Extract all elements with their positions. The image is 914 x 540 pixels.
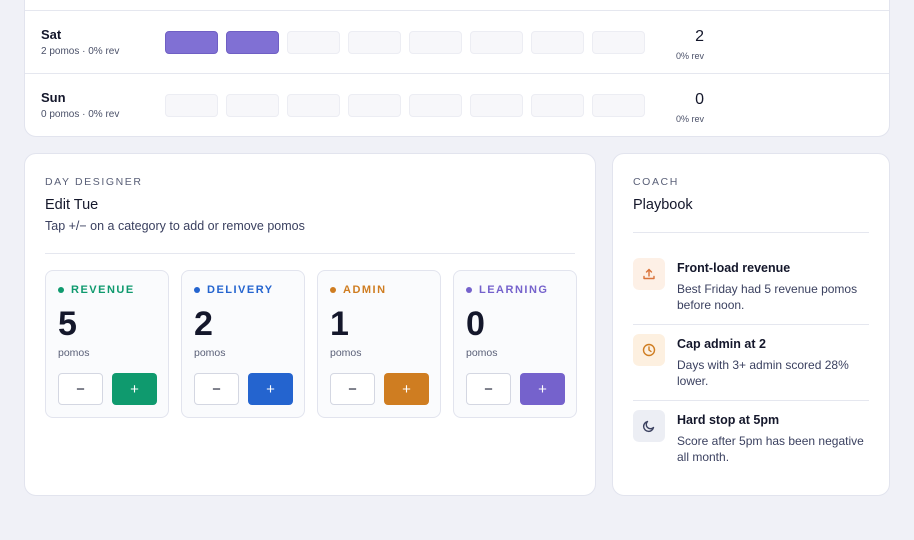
category-card-delivery: DELIVERY 2 pomos − + [181, 270, 305, 418]
remove-revenue-button[interactable]: − [58, 373, 103, 405]
category-card-revenue: REVENUE 5 pomos − + [45, 270, 169, 418]
category-dot [194, 287, 200, 293]
day-row-sun[interactable]: Sun 0 pomos · 0% rev 0 0% rev [25, 74, 889, 136]
section-eyebrow: COACH [633, 176, 679, 188]
pomo-slot-filled[interactable] [226, 31, 279, 54]
pomo-slot-empty[interactable] [165, 94, 218, 117]
category-unit: pomos [58, 347, 90, 359]
divider [45, 253, 575, 254]
tip-item[interactable]: Hard stop at 5pm Score after 5pm has bee… [633, 401, 869, 477]
upload-icon [633, 258, 665, 290]
day-designer-card: DAY DESIGNER Edit Tue Tap +/− on a categ… [24, 153, 596, 496]
tip-title: Hard stop at 5pm [677, 413, 780, 427]
card-title: Playbook [633, 197, 693, 213]
tip-list: Front-load revenue Best Friday had 5 rev… [633, 249, 869, 477]
day-revenue-share: 0% rev [675, 114, 704, 124]
tip-item[interactable]: Cap admin at 2 Days with 3+ admin scored… [633, 325, 869, 401]
tip-item[interactable]: Front-load revenue Best Friday had 5 rev… [633, 249, 869, 325]
clock-icon [633, 334, 665, 366]
day-summary: 2 pomos · 0% rev [41, 46, 120, 57]
pomo-slot-empty[interactable] [470, 31, 523, 54]
category-dot [330, 287, 336, 293]
divider [633, 232, 869, 233]
day-row-sat[interactable]: Sat 2 pomos · 0% rev 2 0% rev [25, 10, 889, 74]
card-subtitle: Tap +/− on a category to add or remove p… [45, 219, 305, 233]
add-admin-button[interactable]: + [384, 373, 429, 405]
week-card: Sat 2 pomos · 0% rev 2 0% rev Sun 0 pomo… [24, 0, 890, 137]
tip-title: Front-load revenue [677, 261, 791, 275]
day-pomo-count: 2 [695, 28, 704, 45]
pomo-slot-empty[interactable] [409, 31, 462, 54]
category-count: 0 [466, 305, 485, 343]
tip-body: Score after 5pm has been negative all mo… [677, 434, 864, 464]
remove-admin-button[interactable]: − [330, 373, 375, 405]
category-label: LEARNING [479, 284, 549, 296]
category-list: REVENUE 5 pomos − + DELIVERY 2 pomos − +… [45, 270, 577, 418]
pomo-slot-empty[interactable] [348, 31, 401, 54]
category-count: 1 [330, 305, 349, 343]
pomo-slot-empty[interactable] [409, 94, 462, 117]
category-dot [466, 287, 472, 293]
pomo-slot-empty[interactable] [470, 94, 523, 117]
category-card-learning: LEARNING 0 pomos − + [453, 270, 577, 418]
pomo-slot-empty[interactable] [592, 31, 645, 54]
pomo-slot-empty[interactable] [592, 94, 645, 117]
category-card-admin: ADMIN 1 pomos − + [317, 270, 441, 418]
category-unit: pomos [330, 347, 362, 359]
category-dot [58, 287, 64, 293]
coach-card: COACH Playbook Front-load revenue Best F… [612, 153, 890, 496]
category-count: 5 [58, 305, 77, 343]
pomo-slot-filled[interactable] [165, 31, 218, 54]
card-title: Edit Tue [45, 197, 99, 213]
pomo-slot-empty[interactable] [287, 94, 340, 117]
moon-icon [633, 410, 665, 442]
category-count: 2 [194, 305, 213, 343]
pomo-slots [165, 31, 645, 54]
pomo-slots [165, 94, 645, 117]
day-name: Sun [41, 90, 66, 105]
tip-title: Cap admin at 2 [677, 337, 766, 351]
tip-body: Days with 3+ admin scored 28% lower. [677, 358, 849, 388]
category-label: REVENUE [71, 284, 135, 296]
day-name: Sat [41, 27, 62, 42]
add-learning-button[interactable]: + [520, 373, 565, 405]
tip-body: Best Friday had 5 revenue pomos before n… [677, 282, 858, 312]
pomo-slot-empty[interactable] [226, 94, 279, 117]
pomo-slot-empty[interactable] [531, 31, 584, 54]
category-label: DELIVERY [207, 284, 274, 296]
category-unit: pomos [466, 347, 498, 359]
pomo-slot-empty[interactable] [531, 94, 584, 117]
remove-delivery-button[interactable]: − [194, 373, 239, 405]
pomo-slot-empty[interactable] [287, 31, 340, 54]
category-unit: pomos [194, 347, 226, 359]
pomo-slot-empty[interactable] [348, 94, 401, 117]
add-revenue-button[interactable]: + [112, 373, 157, 405]
add-delivery-button[interactable]: + [248, 373, 293, 405]
day-revenue-share: 0% rev [675, 51, 704, 61]
remove-learning-button[interactable]: − [466, 373, 511, 405]
day-pomo-count: 0 [695, 91, 704, 108]
day-summary: 0 pomos · 0% rev [41, 109, 120, 120]
category-label: ADMIN [343, 284, 387, 296]
section-eyebrow: DAY DESIGNER [45, 176, 143, 188]
